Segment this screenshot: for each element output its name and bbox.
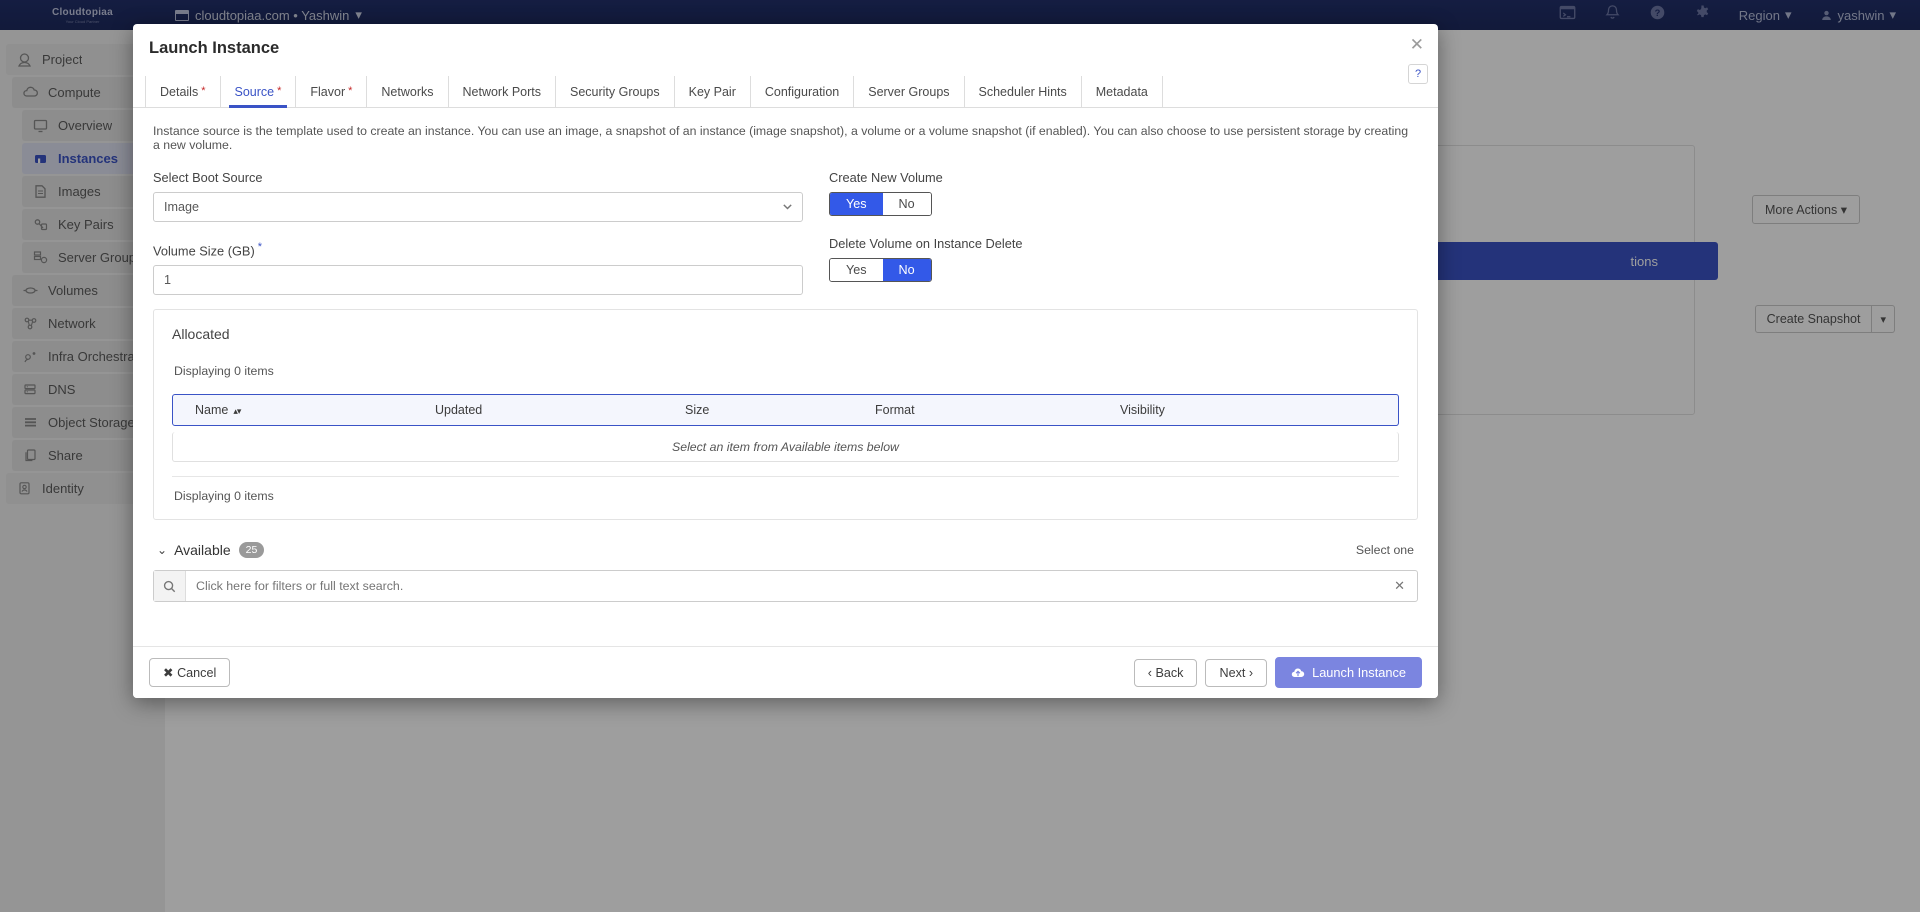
column-header-name[interactable]: Name ▴▾ <box>195 403 435 417</box>
tab-label: Networks <box>381 84 434 99</box>
source-form-grid: Select Boot Source ImageInstance Snapsho… <box>153 170 1418 296</box>
column-header-size[interactable]: Size <box>685 403 875 417</box>
column-header-visibility[interactable]: Visibility <box>1120 403 1376 417</box>
volume-size-label: Volume Size (GB) * <box>153 241 803 259</box>
column-header-label: Size <box>685 403 710 418</box>
available-search-bar[interactable]: ✕ <box>153 570 1418 603</box>
available-count-badge: 25 <box>238 542 265 559</box>
modal-footer: ✖ Cancel ‹ Back Next › Launch Instance <box>133 646 1438 698</box>
tab-source[interactable]: Source * <box>221 76 297 108</box>
allocated-count-bottom: Displaying 0 items <box>174 489 274 504</box>
required-asterisk-icon: * <box>257 241 262 253</box>
tab-label: Configuration <box>764 84 840 99</box>
tab-label: Security Groups <box>570 84 660 99</box>
allocated-divider <box>172 476 1399 478</box>
allocated-card: Allocated Displaying 0 items Name ▴▾ Updat… <box>153 309 1418 521</box>
tab-details[interactable]: Details * <box>145 76 221 107</box>
volume-size-input[interactable] <box>153 265 803 296</box>
allocated-count-top: Displaying 0 items <box>174 364 274 379</box>
column-header-label: Updated <box>435 403 483 418</box>
tab-key-pair[interactable]: Key Pair <box>675 76 751 107</box>
modal-body: Instance source is the template used to … <box>133 108 1438 646</box>
allocated-table-header: Name ▴▾ Updated Size Format Visibility <box>172 394 1399 427</box>
tab-scheduler-hints[interactable]: Scheduler Hints <box>965 76 1082 107</box>
create-new-volume-label: Create New Volume <box>829 170 943 185</box>
delete-volume-label: Delete Volume on Instance Delete <box>829 236 1023 251</box>
tab-label: Details <box>160 84 199 99</box>
source-form-left: Select Boot Source ImageInstance Snapsho… <box>153 170 803 296</box>
modal-title: Launch Instance <box>149 38 280 57</box>
allocated-title: Allocated <box>172 326 230 343</box>
launch-instance-modal: Launch Instance ✕ ? Details * Source * Flavo… <box>133 24 1438 698</box>
column-header-label: Format <box>875 403 915 418</box>
tab-label: Flavor <box>310 84 346 99</box>
select-one-hint: Select one <box>1355 543 1414 558</box>
allocated-empty-message: Select an item from Available items belo… <box>172 432 1399 463</box>
available-section-header[interactable]: ⌄ Available 25 Select one <box>153 542 1418 559</box>
tab-label: Source <box>234 84 275 99</box>
allocated-table: Name ▴▾ Updated Size Format Visibility Select… <box>172 394 1399 463</box>
close-icon: ✖ <box>163 666 174 680</box>
tab-label: Network Ports <box>462 84 542 99</box>
delete-volume-toggle[interactable]: Yes No <box>829 258 932 282</box>
boot-source-field: Select Boot Source ImageInstance Snapsho… <box>153 170 803 222</box>
search-input[interactable] <box>186 571 1383 602</box>
back-button[interactable]: ‹ Back <box>1133 658 1198 687</box>
create-new-volume-yes[interactable]: Yes <box>830 193 883 215</box>
search-icon <box>154 571 186 602</box>
cancel-label: Cancel <box>177 666 217 680</box>
cancel-button[interactable]: ✖ Cancel <box>149 658 231 687</box>
chevron-down-icon[interactable]: ⌄ <box>157 543 167 557</box>
footer-right-actions: ‹ Back Next › Launch Instance <box>1133 657 1422 688</box>
delete-volume-yes[interactable]: Yes <box>830 259 883 281</box>
required-asterisk-icon: * <box>348 85 353 97</box>
required-asterisk-icon: * <box>201 85 206 97</box>
column-header-label: Visibility <box>1120 403 1165 418</box>
tab-network-ports[interactable]: Network Ports <box>449 76 556 107</box>
column-header-format[interactable]: Format <box>875 403 1120 417</box>
help-icon[interactable]: ? <box>1408 64 1428 84</box>
boot-source-select[interactable]: ImageInstance SnapshotVolumeVolume Snaps… <box>153 192 803 222</box>
delete-volume-field: Delete Volume on Instance Delete Yes No <box>829 236 1418 282</box>
tab-label: Scheduler Hints <box>978 84 1067 99</box>
tab-label: Key Pair <box>688 84 736 99</box>
column-header-label: Name <box>195 403 229 418</box>
tab-configuration[interactable]: Configuration <box>751 76 855 107</box>
launch-instance-button[interactable]: Launch Instance <box>1275 657 1422 688</box>
create-new-volume-field: Create New Volume Yes No <box>829 170 1418 216</box>
tab-metadata[interactable]: Metadata <box>1082 76 1163 107</box>
tab-server-groups[interactable]: Server Groups <box>854 76 965 107</box>
next-button[interactable]: Next › <box>1205 658 1268 687</box>
create-new-volume-no[interactable]: No <box>882 193 931 215</box>
volume-size-label-text: Volume Size (GB) <box>153 243 255 259</box>
boot-source-label: Select Boot Source <box>153 170 263 185</box>
source-form-right: Create New Volume Yes No Delete Volume o… <box>829 170 1418 295</box>
close-icon[interactable]: ✕ <box>1410 36 1424 53</box>
tab-flavor[interactable]: Flavor * <box>296 76 368 107</box>
create-new-volume-toggle[interactable]: Yes No <box>829 192 932 216</box>
tab-security-groups[interactable]: Security Groups <box>556 76 675 107</box>
modal-tabs: Details * Source * Flavor * Networks Network Po… <box>133 76 1438 108</box>
tab-label: Server Groups <box>868 84 950 99</box>
tab-label: Metadata <box>1095 84 1148 99</box>
delete-volume-no[interactable]: No <box>882 259 931 281</box>
source-description: Instance source is the template used to … <box>153 124 1409 152</box>
sort-icon[interactable]: ▴▾ <box>233 406 241 416</box>
column-header-updated[interactable]: Updated <box>435 403 685 417</box>
launch-instance-label: Launch Instance <box>1312 665 1406 680</box>
tab-networks[interactable]: Networks <box>367 76 449 107</box>
clear-search-icon[interactable]: ✕ <box>1382 578 1417 594</box>
required-asterisk-icon: * <box>277 85 282 97</box>
available-label: Available <box>174 542 231 559</box>
cloud-upload-icon <box>1291 667 1305 677</box>
modal-header: Launch Instance ✕ ? <box>133 24 1438 84</box>
volume-size-field: Volume Size (GB) * <box>153 241 803 296</box>
